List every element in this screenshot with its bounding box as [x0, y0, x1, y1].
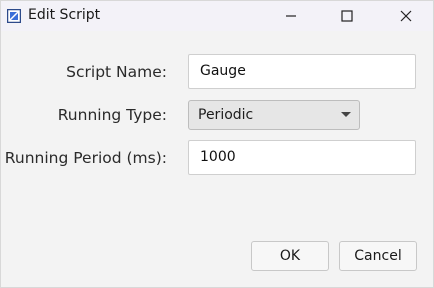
script-name-input[interactable]: Gauge	[188, 54, 416, 89]
running-period-label: Running Period (ms):	[4, 149, 167, 167]
edit-script-dialog: Edit Script Script Name: Gauge Running T…	[0, 0, 434, 288]
running-period-input[interactable]: 1000	[188, 140, 416, 175]
minimize-button[interactable]	[268, 1, 314, 31]
cancel-button[interactable]: Cancel	[339, 241, 417, 271]
window-title: Edit Script	[28, 7, 101, 23]
title-bar[interactable]: Edit Script	[1, 1, 433, 31]
app-icon	[6, 8, 22, 24]
script-name-label: Script Name:	[66, 63, 167, 81]
close-button[interactable]	[383, 1, 429, 31]
running-type-value: Periodic	[198, 107, 254, 123]
maximize-button[interactable]	[324, 1, 370, 31]
chevron-down-icon	[341, 112, 351, 117]
maximize-icon	[341, 10, 353, 22]
close-icon	[400, 10, 412, 22]
running-type-select[interactable]: Periodic	[188, 100, 360, 130]
minimize-icon	[286, 15, 296, 17]
running-type-label: Running Type:	[57, 106, 167, 124]
ok-button[interactable]: OK	[251, 241, 329, 271]
